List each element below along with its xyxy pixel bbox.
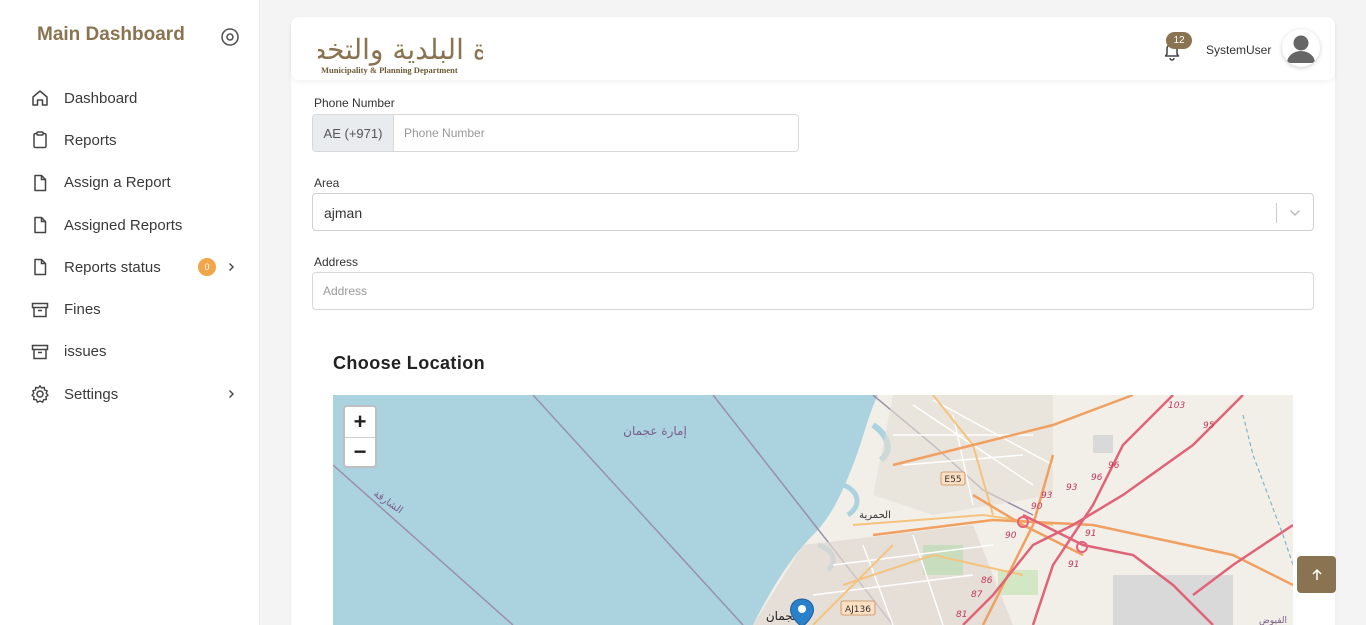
zoom-out-button[interactable]: − [345, 436, 375, 467]
user-avatar-icon [1284, 31, 1318, 65]
zoom-in-button[interactable]: + [345, 407, 375, 437]
route-number: 93 [1066, 483, 1078, 493]
sidebar-toggle-icon[interactable] [220, 27, 240, 47]
document-icon [30, 173, 50, 193]
phone-label: Phone Number [314, 96, 395, 110]
location-map[interactable]: إمارة عجمان الشارقة الحمرية عجمان الفيوض… [333, 395, 1293, 625]
top-bar: دائرة البلدية والتخطيط Municipality & Pl… [291, 17, 1335, 80]
phone-number-input[interactable] [394, 115, 798, 151]
sidebar-item-reports-status[interactable]: Reports status 0 [0, 246, 260, 288]
route-number: 90 [1031, 502, 1043, 512]
route-number: 95 [1203, 421, 1215, 431]
map-label-hamriyah: الحمرية [859, 510, 891, 521]
address-input[interactable] [312, 272, 1314, 310]
scroll-to-top-button[interactable] [1297, 556, 1336, 593]
road-shield-e55: E55 [944, 475, 961, 485]
route-number: 90 [1005, 531, 1017, 541]
road-shield-aj136: AJ136 [845, 605, 871, 615]
map-zoom-control: + − [343, 405, 377, 468]
chevron-down-icon[interactable] [1289, 208, 1301, 218]
sidebar-item-settings[interactable]: Settings [0, 373, 260, 415]
route-number: 87 [971, 590, 983, 600]
sidebar-item-label: Dashboard [64, 89, 138, 107]
archive-icon [30, 300, 50, 320]
sidebar-item-label: Assigned Reports [64, 216, 183, 234]
sidebar-item-dashboard[interactable]: Dashboard [0, 77, 260, 119]
phone-field-group: AE (+971) [312, 114, 799, 152]
route-number: 91 [1085, 529, 1096, 539]
arrow-up-icon [1311, 568, 1322, 580]
sidebar: Main Dashboard Dashboard Reports Assign … [0, 0, 260, 625]
route-number: 96 [1108, 461, 1120, 471]
avatar[interactable] [1282, 29, 1320, 67]
area-label: Area [314, 176, 340, 190]
logo-subtitle: Municipality & Planning Department [321, 65, 458, 75]
sidebar-nav: Dashboard Reports Assign a Report Assign… [0, 77, 260, 415]
choose-location-title: Choose Location [333, 353, 486, 373]
route-number: 96 [1091, 473, 1103, 483]
sidebar-item-label: issues [64, 343, 107, 361]
route-number: 93 [1041, 491, 1053, 501]
route-number: 91 [1068, 560, 1079, 570]
sidebar-item-label: Fines [64, 301, 101, 319]
sidebar-item-assign-report[interactable]: Assign a Report [0, 162, 260, 204]
sidebar-item-issues[interactable]: issues [0, 331, 260, 373]
username[interactable]: SystemUser [1206, 43, 1271, 57]
home-icon [30, 88, 50, 108]
sidebar-item-assigned-reports[interactable]: Assigned Reports [0, 204, 260, 246]
map-marker-icon[interactable] [789, 598, 815, 625]
sidebar-item-fines[interactable]: Fines [0, 288, 260, 330]
phone-country-prefix: AE (+971) [313, 115, 394, 151]
sidebar-brand[interactable]: Main Dashboard [37, 24, 185, 46]
map-tiles[interactable]: إمارة عجمان الشارقة الحمرية عجمان الفيوض… [333, 395, 1293, 625]
document-icon [30, 257, 50, 277]
gear-icon [30, 384, 50, 404]
sidebar-item-label: Settings [64, 385, 119, 403]
sidebar-item-label: Assign a Report [64, 174, 171, 192]
clipboard-icon [30, 130, 50, 150]
notification-badge: 12 [1166, 32, 1192, 49]
route-number: 86 [981, 576, 993, 586]
archive-icon [30, 342, 50, 362]
sidebar-item-reports[interactable]: Reports [0, 119, 260, 161]
sidebar-item-label: Reports status [64, 258, 161, 276]
area-select[interactable]: ajman [312, 193, 1314, 231]
sidebar-item-label: Reports [64, 131, 117, 149]
area-selected-value: ajman [324, 205, 363, 221]
map-label-qfl: الفيوض [1259, 616, 1287, 625]
route-number: 103 [1168, 401, 1185, 411]
address-label: Address [314, 255, 359, 269]
chevron-right-icon[interactable] [226, 389, 236, 399]
chevron-right-icon[interactable] [226, 262, 236, 272]
map-label-emirate: إمارة عجمان [623, 424, 687, 439]
select-divider [1276, 203, 1277, 223]
route-number: 81 [956, 610, 967, 620]
document-icon [30, 215, 50, 235]
status-badge: 0 [198, 258, 216, 277]
svg-text:دائرة البلدية والتخطيط: دائرة البلدية والتخطيط [318, 33, 483, 66]
